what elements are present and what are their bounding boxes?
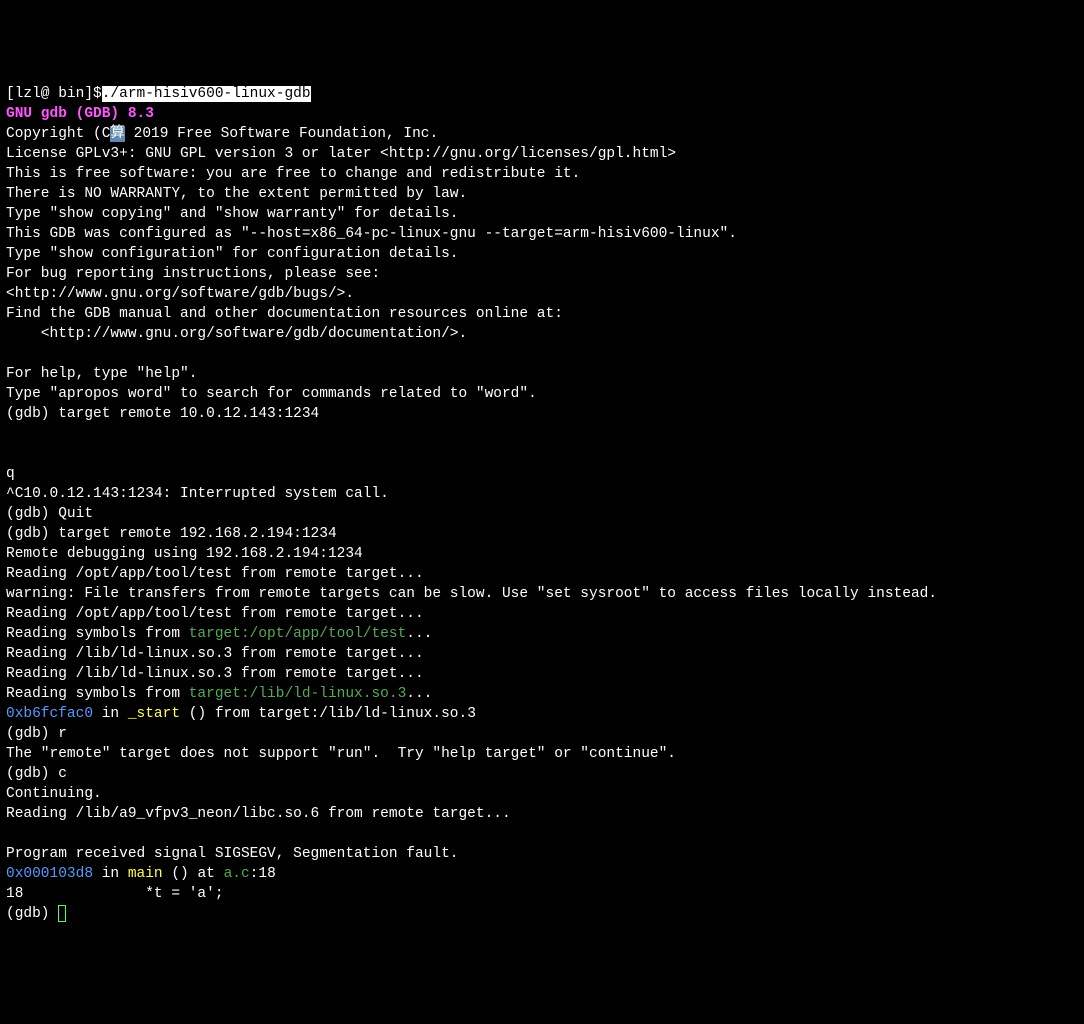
warning-line: warning: File transfers from remote targ… bbox=[6, 586, 937, 602]
addr2: 0x000103d8 bbox=[6, 866, 93, 882]
free-line2: There is NO WARRANTY, to the extent perm… bbox=[6, 186, 467, 202]
configured-line: This GDB was configured as "--host=x86_6… bbox=[6, 226, 737, 242]
q-line: q bbox=[6, 466, 15, 482]
shell-prompt: [lzl@ bin]$ bbox=[6, 86, 102, 102]
readsym-path1: target:/opt/app/tool/test bbox=[189, 626, 407, 642]
manual-line1: Find the GDB manual and other documentat… bbox=[6, 306, 563, 322]
signal-line: Program received signal SIGSEGV, Segment… bbox=[6, 846, 458, 862]
src-line: 18 *t = 'a'; bbox=[6, 886, 224, 902]
gdb-title: GNU gdb (GDB) 8.3 bbox=[6, 106, 154, 122]
readsym-pre1: Reading symbols from bbox=[6, 626, 189, 642]
main-fn: main bbox=[128, 866, 163, 882]
help-line2: Type "apropos word" to search for comman… bbox=[6, 386, 537, 402]
in2: in bbox=[93, 866, 128, 882]
showconf-line: Type "show configuration" for configurat… bbox=[6, 246, 458, 262]
reading-line4: Reading /lib/ld-linux.so.3 from remote t… bbox=[6, 666, 424, 682]
license-line: License GPLv3+: GNU GPL version 3 or lat… bbox=[6, 146, 676, 162]
copyright-post: 2019 Free Software Foundation, Inc. bbox=[125, 126, 438, 142]
gdb-prompt[interactable]: (gdb) bbox=[6, 906, 58, 922]
gdb-cmd-r: (gdb) r bbox=[6, 726, 67, 742]
bugs-line1: For bug reporting instructions, please s… bbox=[6, 266, 380, 282]
cursor-icon[interactable] bbox=[58, 905, 66, 922]
interrupt-line: ^C10.0.12.143:1234: Interrupted system c… bbox=[6, 486, 389, 502]
manual-line2: <http://www.gnu.org/software/gdb/documen… bbox=[6, 326, 467, 342]
remote-using-line: Remote debugging using 192.168.2.194:123… bbox=[6, 546, 363, 562]
command-text: ./arm-hisiv600-linux-gdb bbox=[102, 86, 311, 102]
noremote-line: The "remote" target does not support "ru… bbox=[6, 746, 676, 762]
bugs-line2: <http://www.gnu.org/software/gdb/bugs/>. bbox=[6, 286, 354, 302]
start-fn: _start bbox=[128, 706, 180, 722]
at-text: () at bbox=[163, 866, 224, 882]
reading-line3: Reading /lib/ld-linux.so.3 from remote t… bbox=[6, 646, 424, 662]
src-file: a.c bbox=[224, 866, 250, 882]
free-line1: This is free software: you are free to c… bbox=[6, 166, 580, 182]
dots2: ... bbox=[406, 686, 432, 702]
in1: in bbox=[93, 706, 128, 722]
readsym-path2: target:/lib/ld-linux.so.3 bbox=[189, 686, 407, 702]
reading-line1: Reading /opt/app/tool/test from remote t… bbox=[6, 566, 424, 582]
tail1: () from target:/lib/ld-linux.so.3 bbox=[180, 706, 476, 722]
line-no: :18 bbox=[250, 866, 276, 882]
gdb-quit: (gdb) Quit bbox=[6, 506, 93, 522]
gdb-cmd-c: (gdb) c bbox=[6, 766, 67, 782]
terminal-output[interactable]: [lzl@ bin]$./arm-hisiv600-linux-gdb GNU … bbox=[6, 84, 1078, 924]
dots1: ... bbox=[406, 626, 432, 642]
readsym-pre2: Reading symbols from bbox=[6, 686, 189, 702]
help-line1: For help, type "help". bbox=[6, 366, 197, 382]
gdb-cmd-target1: (gdb) target remote 10.0.12.143:1234 bbox=[6, 406, 319, 422]
reading-line2: Reading /opt/app/tool/test from remote t… bbox=[6, 606, 424, 622]
copyright-pre: Copyright (C bbox=[6, 126, 110, 142]
cjk-icon: 算 bbox=[110, 126, 125, 142]
showcopy-line: Type "show copying" and "show warranty" … bbox=[6, 206, 458, 222]
reading-line5: Reading /lib/a9_vfpv3_neon/libc.so.6 fro… bbox=[6, 806, 511, 822]
gdb-cmd-target2: (gdb) target remote 192.168.2.194:1234 bbox=[6, 526, 337, 542]
addr1: 0xb6fcfac0 bbox=[6, 706, 93, 722]
continuing-line: Continuing. bbox=[6, 786, 102, 802]
